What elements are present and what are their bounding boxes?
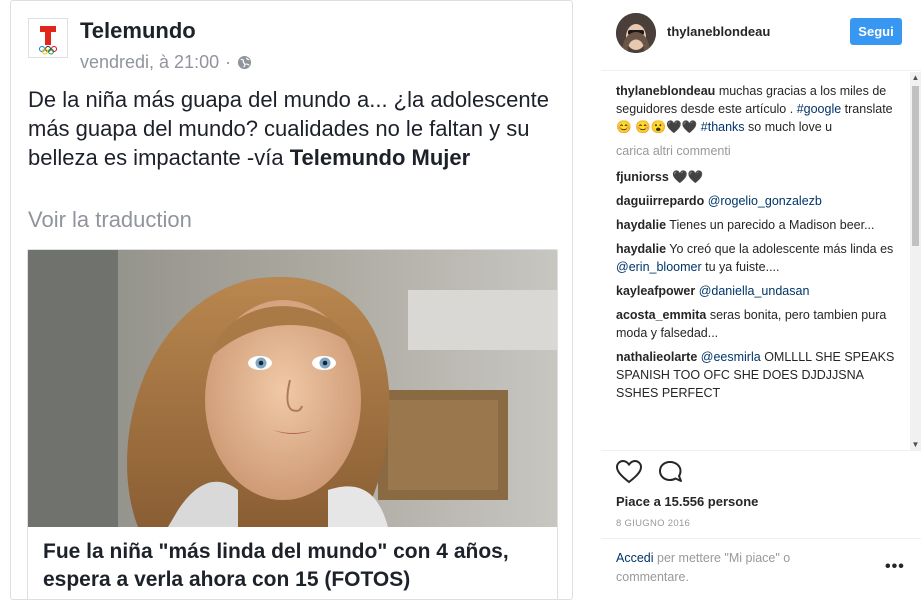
login-link[interactable]: Accedi bbox=[616, 551, 654, 565]
post-text: De la niña más guapa del mundo a... ¿la … bbox=[28, 85, 568, 172]
load-more-comments[interactable]: carica altri commenti bbox=[616, 142, 906, 160]
scrollbar-thumb[interactable] bbox=[912, 86, 919, 246]
comment-username[interactable]: daguiirrepardo bbox=[616, 194, 704, 208]
footer-divider bbox=[601, 538, 921, 539]
facebook-post-card: Telemundo vendredi, à 21:00 · De la niña… bbox=[10, 0, 573, 600]
comment: nathalieolarte @eesmirla OMLLLL SHE SPEA… bbox=[616, 348, 906, 402]
comment: haydalie Yo creó que la adolescente más … bbox=[616, 240, 906, 276]
link-title[interactable]: Fue la niña "más linda del mundo" con 4 … bbox=[43, 538, 548, 594]
comment: fjuniorss 🖤🖤 bbox=[616, 168, 906, 186]
comment-username[interactable]: acosta_emmita bbox=[616, 308, 706, 322]
post-meta: vendredi, à 21:00 · bbox=[80, 52, 252, 73]
heart-icon[interactable] bbox=[616, 460, 642, 484]
avatar-image bbox=[616, 13, 656, 53]
comment: kayleafpower @daniella_undasan bbox=[616, 282, 906, 300]
post-text-main: De la niña más guapa del mundo a... ¿la … bbox=[28, 87, 549, 170]
meta-separator: · bbox=[225, 52, 232, 72]
comment: haydalie Tienes un parecido a Madison be… bbox=[616, 216, 906, 234]
comment: daguiirrepardo @rogelio_gonzalezb bbox=[616, 192, 906, 210]
comments-list: thylaneblondeau muchas gracias a los mil… bbox=[616, 82, 906, 408]
comment-text: Yo creó que la adolescente más linda es bbox=[669, 242, 894, 256]
link-preview-image[interactable] bbox=[28, 250, 557, 527]
comment-icon[interactable] bbox=[658, 460, 684, 484]
globe-icon[interactable] bbox=[237, 55, 252, 70]
post-text-source[interactable]: Telemundo Mujer bbox=[290, 145, 471, 170]
mention-link[interactable]: @daniella_undasan bbox=[699, 284, 810, 298]
comment-username[interactable]: fjuniorss bbox=[616, 170, 669, 184]
mention-link[interactable]: @rogelio_gonzalezb bbox=[708, 194, 822, 208]
see-translation-link[interactable]: Voir la traduction bbox=[28, 207, 192, 233]
profile-username[interactable]: thylaneblondeau bbox=[667, 24, 770, 39]
comment-username[interactable]: haydalie bbox=[616, 218, 666, 232]
comment-username[interactable]: kayleafpower bbox=[616, 284, 695, 298]
page-name[interactable]: Telemundo bbox=[80, 18, 196, 44]
hashtag-link[interactable]: #thanks bbox=[701, 120, 745, 134]
post-date[interactable]: 8 GIUGNO 2016 bbox=[616, 518, 690, 529]
caption: thylaneblondeau muchas gracias a los mil… bbox=[616, 82, 906, 136]
telemundo-logo-icon bbox=[39, 26, 57, 55]
comment-text: tu ya fuiste.... bbox=[705, 260, 780, 274]
telemundo-logo[interactable] bbox=[28, 18, 68, 58]
mention-link[interactable]: @eesmirla bbox=[701, 350, 761, 364]
comment-text: Tienes un parecido a Madison beer... bbox=[669, 218, 875, 232]
caption-text: so much love u bbox=[748, 120, 833, 134]
header-divider bbox=[601, 70, 921, 71]
comment: acosta_emmita seras bonita, pero tambien… bbox=[616, 306, 906, 342]
login-prompt: Accedi per mettere "Mi piace" o commenta… bbox=[616, 549, 836, 587]
mention-link[interactable]: @erin_bloomer bbox=[616, 260, 702, 274]
likes-count[interactable]: Piace a 15.556 persone bbox=[616, 494, 758, 509]
comments-divider bbox=[601, 450, 921, 451]
avatar[interactable] bbox=[616, 13, 656, 53]
hashtag-link[interactable]: #google bbox=[797, 102, 842, 116]
scroll-down-arrow-icon[interactable]: ▼ bbox=[910, 439, 921, 450]
post-timestamp[interactable]: vendredi, à 21:00 bbox=[80, 52, 219, 73]
link-preview-card[interactable]: Fue la niña "más linda del mundo" con 4 … bbox=[27, 249, 558, 599]
follow-button[interactable]: Segui bbox=[850, 18, 902, 45]
post-actions bbox=[616, 460, 684, 484]
comment-username[interactable]: haydalie bbox=[616, 242, 666, 256]
comment-text: 🖤🖤 bbox=[672, 170, 704, 184]
caption-username[interactable]: thylaneblondeau bbox=[616, 84, 715, 98]
more-options-icon[interactable]: ••• bbox=[885, 558, 905, 576]
comments-scrollbar[interactable]: ▲ ▼ bbox=[910, 72, 921, 450]
scroll-up-arrow-icon[interactable]: ▲ bbox=[910, 72, 921, 83]
comment-username[interactable]: nathalieolarte bbox=[616, 350, 697, 364]
